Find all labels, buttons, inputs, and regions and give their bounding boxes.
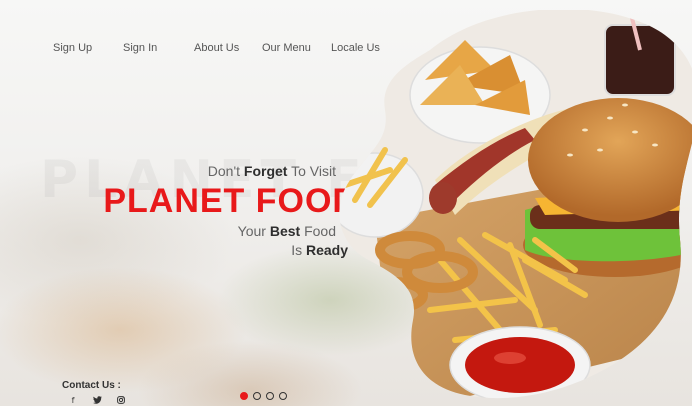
carousel-dot-2[interactable]: [253, 392, 261, 400]
hero-tagline-bottom: Is Ready: [291, 242, 348, 258]
facebook-icon[interactable]: f: [68, 395, 78, 405]
hero-tagline-middle: Your Best Food: [237, 223, 336, 239]
nav-about-us[interactable]: About Us: [194, 42, 239, 54]
carousel-dot-3[interactable]: [266, 392, 274, 400]
food-image: [339, 10, 692, 399]
twitter-icon[interactable]: [92, 395, 102, 405]
nav-sign-in[interactable]: Sign In: [123, 42, 157, 54]
ketchup: [465, 337, 575, 393]
hero-text: Don't Forget To Visit PLANET FOOD Your B…: [81, 163, 357, 258]
nav-sign-up[interactable]: Sign Up: [53, 42, 92, 54]
social-links: f: [62, 395, 126, 405]
instagram-icon[interactable]: [116, 395, 126, 405]
carousel-dots: [240, 392, 287, 400]
contact-label: Contact Us :: [62, 380, 121, 391]
brand-title: PLANET FOOD: [103, 182, 358, 220]
contact-section: Contact Us : f: [62, 380, 126, 405]
carousel-dot-1[interactable]: [240, 392, 248, 400]
cola-glass: [604, 24, 676, 96]
hero-tagline-top: Don't Forget To Visit: [207, 163, 336, 179]
nav-our-menu[interactable]: Our Menu: [262, 42, 311, 54]
carousel-dot-4[interactable]: [279, 392, 287, 400]
